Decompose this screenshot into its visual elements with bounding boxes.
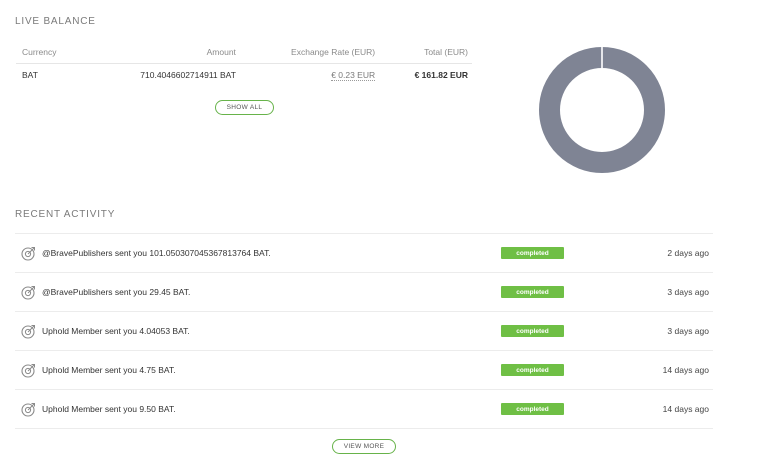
target-icon — [21, 325, 35, 339]
list-item: @BravePublishers sent you 101.0503070453… — [15, 234, 713, 273]
column-header: Total (EUR) — [379, 41, 472, 64]
status-badge: completed — [501, 325, 564, 337]
status-badge: completed — [501, 364, 564, 376]
show-all-button[interactable]: SHOW ALL — [215, 100, 274, 115]
status-badge: completed — [501, 286, 564, 298]
column-header: Currency — [16, 41, 84, 64]
activity-timestamp: 3 days ago — [667, 287, 709, 297]
balance-table: Currency Amount Exchange Rate (EUR) Tota… — [16, 41, 472, 86]
list-item: Uphold Member sent you 4.75 BAT. complete… — [15, 351, 713, 390]
target-icon — [21, 247, 35, 261]
donut-ring — [539, 47, 665, 173]
recent-activity-title: RECENT ACTIVITY — [15, 209, 116, 220]
list-item: Uphold Member sent you 9.50 BAT. complete… — [15, 390, 713, 429]
currency-cell: BAT — [22, 70, 38, 80]
exchange-rate-cell: € 0.23 EUR — [240, 64, 379, 87]
activity-description: @BravePublishers sent you 29.45 BAT. — [42, 287, 191, 297]
column-header: Amount — [83, 41, 240, 64]
view-more-button[interactable]: VIEW MORE — [332, 439, 396, 454]
status-badge: completed — [501, 403, 564, 415]
balance-table-header: Currency Amount Exchange Rate (EUR) Tota… — [16, 41, 472, 64]
live-balance-title: LIVE BALANCE — [15, 16, 96, 27]
activity-timestamp: 14 days ago — [662, 365, 709, 375]
amount-cell: 710.4046602714911 BAT — [140, 70, 236, 80]
activity-description: @BravePublishers sent you 101.0503070453… — [42, 248, 271, 258]
table-row: BAT 710.4046602714911 BAT € 0.23 EUR € 1… — [16, 64, 472, 87]
activity-list: @BravePublishers sent you 101.0503070453… — [15, 233, 713, 429]
activity-description: Uphold Member sent you 4.04053 BAT. — [42, 326, 190, 336]
target-icon — [21, 364, 35, 378]
list-item: @BravePublishers sent you 29.45 BAT. comp… — [15, 273, 713, 312]
activity-timestamp: 14 days ago — [662, 404, 709, 414]
target-icon — [21, 286, 35, 300]
activity-description: Uphold Member sent you 4.75 BAT. — [42, 365, 176, 375]
activity-description: Uphold Member sent you 9.50 BAT. — [42, 404, 176, 414]
status-badge: completed — [501, 247, 564, 259]
balance-donut-chart — [539, 47, 665, 173]
list-item: Uphold Member sent you 4.04053 BAT. compl… — [15, 312, 713, 351]
activity-timestamp: 2 days ago — [667, 248, 709, 258]
exchange-rate-value[interactable]: € 0.23 EUR — [331, 70, 376, 81]
target-icon — [21, 403, 35, 417]
activity-timestamp: 3 days ago — [667, 326, 709, 336]
column-header: Exchange Rate (EUR) — [239, 41, 380, 64]
total-cell: € 161.82 EUR — [414, 70, 468, 80]
